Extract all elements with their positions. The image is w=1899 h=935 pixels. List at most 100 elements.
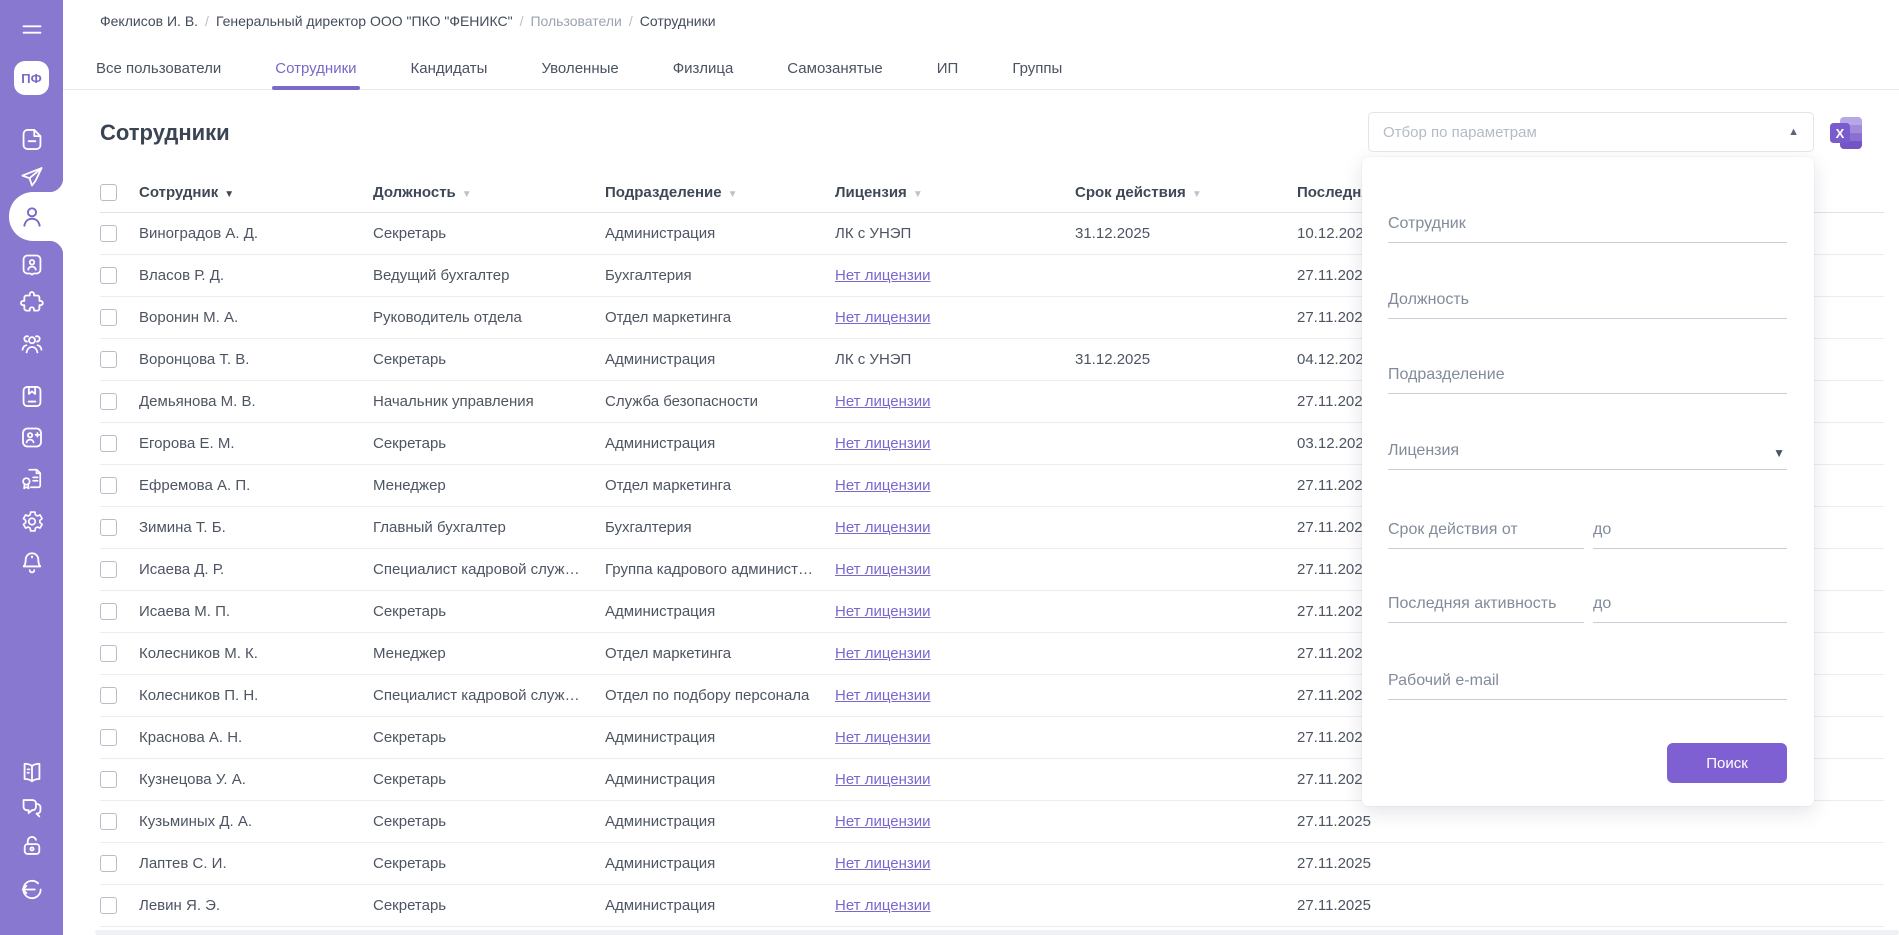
license-link[interactable]: Нет лицензии bbox=[835, 393, 931, 410]
tab[interactable]: Кандидаты bbox=[411, 47, 488, 90]
user-add-icon[interactable] bbox=[18, 424, 45, 451]
license-link[interactable]: Нет лицензии bbox=[835, 687, 931, 704]
row-checkbox[interactable] bbox=[100, 729, 117, 746]
caret-up-icon[interactable]: ▲ bbox=[1788, 126, 1799, 138]
filter-field-position[interactable]: Должность bbox=[1388, 281, 1787, 319]
license-link[interactable]: Нет лицензии bbox=[835, 603, 931, 620]
column-header-license[interactable]: Лицензия▼ bbox=[835, 184, 1075, 201]
search-button[interactable]: Поиск bbox=[1667, 743, 1787, 783]
row-checkbox[interactable] bbox=[100, 351, 117, 368]
excel-export-button[interactable]: X bbox=[1827, 114, 1865, 152]
caret-down-icon[interactable]: ▼ bbox=[1773, 446, 1785, 460]
sort-icon[interactable]: ▼ bbox=[728, 189, 738, 200]
table-row[interactable]: Кузьминых Д. А. Секретарь Администрация … bbox=[100, 801, 1884, 843]
paper-plane-icon[interactable] bbox=[18, 163, 45, 190]
column-header-validity[interactable]: Срок действия▼ bbox=[1075, 184, 1297, 201]
row-checkbox[interactable] bbox=[100, 771, 117, 788]
breadcrumb-item[interactable]: Феклисов И. В. bbox=[100, 13, 198, 29]
id-badge-icon[interactable] bbox=[18, 251, 45, 278]
tab[interactable]: Группы bbox=[1012, 47, 1062, 90]
open-book-icon[interactable] bbox=[18, 759, 45, 786]
book-bookmark-icon[interactable] bbox=[18, 383, 45, 410]
workspace-logo[interactable]: ПФ bbox=[14, 61, 49, 95]
row-checkbox[interactable] bbox=[100, 645, 117, 662]
row-checkbox[interactable] bbox=[100, 519, 117, 536]
logo-text: ПФ bbox=[21, 71, 41, 86]
last-activity-date: 27.11.2025 bbox=[1297, 897, 1884, 914]
bell-icon[interactable] bbox=[18, 549, 45, 576]
license-link[interactable]: Нет лицензии bbox=[835, 645, 931, 662]
license-link[interactable]: Нет лицензии bbox=[835, 309, 931, 326]
license-link[interactable]: Нет лицензии bbox=[835, 771, 931, 788]
license-link[interactable]: Нет лицензии bbox=[835, 855, 931, 872]
filter-combobox[interactable]: Отбор по параметрам ▲ bbox=[1368, 112, 1814, 152]
license-link[interactable]: Нет лицензии bbox=[835, 519, 931, 536]
tab[interactable]: ИП bbox=[937, 47, 959, 90]
filter-field-validity-to[interactable]: до bbox=[1593, 511, 1787, 549]
logout-icon[interactable] bbox=[18, 876, 45, 903]
breadcrumb-item[interactable]: Пользователи bbox=[530, 13, 621, 29]
tab[interactable]: Физлица bbox=[673, 47, 734, 90]
license-link[interactable]: Нет лицензии bbox=[835, 477, 931, 494]
license-link[interactable]: Нет лицензии bbox=[835, 267, 931, 284]
gear-icon[interactable] bbox=[18, 508, 45, 535]
filter-field-department[interactable]: Подразделение bbox=[1388, 356, 1787, 394]
row-checkbox[interactable] bbox=[100, 225, 117, 242]
row-checkbox[interactable] bbox=[100, 603, 117, 620]
menu-icon[interactable] bbox=[18, 16, 45, 43]
column-header-position[interactable]: Должность▼ bbox=[373, 184, 605, 201]
filter-panel: Сотрудник Должность Подразделение Лиценз… bbox=[1362, 157, 1814, 806]
row-checkbox[interactable] bbox=[100, 435, 117, 452]
tab[interactable]: Сотрудники bbox=[275, 47, 356, 90]
row-checkbox[interactable] bbox=[100, 477, 117, 494]
filter-field-last-activity-from[interactable]: Последняя активность bbox=[1388, 585, 1584, 623]
row-checkbox[interactable] bbox=[100, 897, 117, 914]
license-link[interactable]: Нет лицензии bbox=[835, 729, 931, 746]
filter-field-license[interactable]: Лицензия ▼ bbox=[1388, 432, 1787, 470]
filter-field-last-activity-to[interactable]: до bbox=[1593, 585, 1787, 623]
certificate-icon[interactable] bbox=[18, 465, 45, 492]
users-group-icon[interactable] bbox=[18, 331, 45, 358]
sort-icon[interactable]: ▼ bbox=[224, 189, 234, 200]
license-link[interactable]: Нет лицензии bbox=[835, 561, 931, 578]
tab[interactable]: Уволенные bbox=[541, 47, 618, 90]
table-row[interactable]: Лаптев С. И. Секретарь Администрация Нет… bbox=[100, 843, 1884, 885]
row-checkbox[interactable] bbox=[100, 561, 117, 578]
license-validity: 31.12.2025 bbox=[1075, 351, 1297, 368]
breadcrumb-separator: / bbox=[520, 13, 524, 29]
breadcrumb-separator: / bbox=[629, 13, 633, 29]
document-icon[interactable] bbox=[18, 126, 45, 153]
select-all-checkbox[interactable] bbox=[100, 184, 117, 201]
filter-field-employee[interactable]: Сотрудник bbox=[1388, 205, 1787, 243]
row-checkbox[interactable] bbox=[100, 393, 117, 410]
row-checkbox[interactable] bbox=[100, 687, 117, 704]
license-link[interactable]: Нет лицензии bbox=[835, 897, 931, 914]
horizontal-scrollbar[interactable] bbox=[95, 930, 1899, 935]
sort-icon[interactable]: ▼ bbox=[1192, 189, 1202, 200]
table-row[interactable]: Левин Я. Э. Секретарь Администрация Нет … bbox=[100, 885, 1884, 927]
column-header-department[interactable]: Подразделение▼ bbox=[605, 184, 835, 201]
employee-department: Бухгалтерия bbox=[605, 267, 835, 284]
license-link[interactable]: Нет лицензии bbox=[835, 435, 931, 452]
employee-position: Секретарь bbox=[373, 351, 605, 368]
breadcrumb-item[interactable]: Генеральный директор ООО "ПКО "ФЕНИКС" bbox=[216, 13, 513, 29]
employee-department: Администрация bbox=[605, 771, 835, 788]
field-placeholder: до bbox=[1593, 521, 1611, 539]
employee-department: Администрация bbox=[605, 897, 835, 914]
row-checkbox[interactable] bbox=[100, 309, 117, 326]
puzzle-icon[interactable] bbox=[18, 289, 45, 316]
user-icon[interactable] bbox=[18, 203, 45, 230]
unlock-icon[interactable] bbox=[18, 832, 45, 859]
filter-field-validity-from[interactable]: Срок действия от bbox=[1388, 511, 1584, 549]
row-checkbox[interactable] bbox=[100, 813, 117, 830]
filter-field-work-email[interactable]: Рабочий e-mail bbox=[1388, 662, 1787, 700]
tab[interactable]: Самозанятые bbox=[787, 47, 882, 90]
tab[interactable]: Все пользователи bbox=[96, 47, 221, 90]
row-checkbox[interactable] bbox=[100, 267, 117, 284]
column-header-employee[interactable]: Сотрудник▼ bbox=[139, 184, 373, 201]
sort-icon[interactable]: ▼ bbox=[913, 189, 923, 200]
sort-icon[interactable]: ▼ bbox=[462, 189, 472, 200]
license-link[interactable]: Нет лицензии bbox=[835, 813, 931, 830]
support-chat-icon[interactable] bbox=[18, 795, 45, 822]
row-checkbox[interactable] bbox=[100, 855, 117, 872]
